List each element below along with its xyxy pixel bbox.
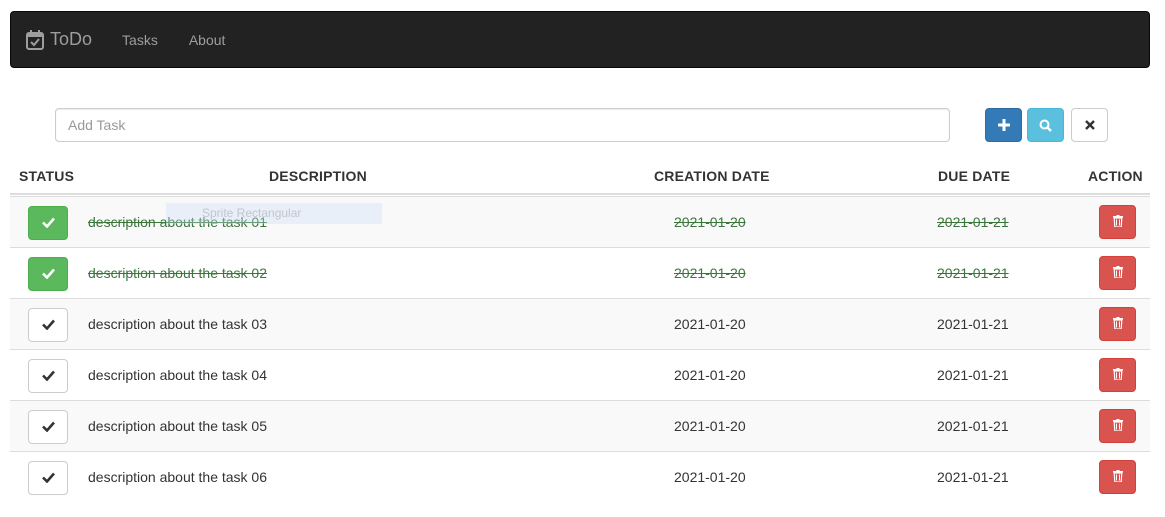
trash-icon <box>1112 469 1123 485</box>
close-icon <box>1084 120 1095 130</box>
task-description: description about the task 02 <box>88 265 268 281</box>
task-due-date: 2021-01-21 <box>937 367 1009 383</box>
add-task-button[interactable] <box>985 108 1022 142</box>
task-creation-date: 2021-01-20 <box>674 418 746 434</box>
nav-link-tasks[interactable]: Tasks <box>122 32 158 48</box>
task-due-date: 2021-01-21 <box>937 469 1009 485</box>
plus-icon <box>997 119 1010 131</box>
task-creation-date: 2021-01-20 <box>674 316 746 332</box>
header-due-date[interactable]: DUE DATE <box>938 168 1010 184</box>
trash-icon <box>1112 367 1123 383</box>
trash-icon <box>1112 418 1123 434</box>
check-icon <box>41 419 55 435</box>
check-icon <box>41 215 55 231</box>
table-row: description about the task 03 2021-01-20 2… <box>10 298 1150 349</box>
navbar: ToDo Tasks About <box>10 11 1150 68</box>
clear-button[interactable] <box>1071 108 1108 142</box>
search-icon <box>1039 119 1052 132</box>
task-creation-date: 2021-01-20 <box>674 469 746 485</box>
check-icon <box>41 266 55 282</box>
delete-task-button[interactable] <box>1099 205 1136 239</box>
check-icon <box>41 317 55 333</box>
task-creation-date: 2021-01-20 <box>674 214 746 230</box>
table-row: description about the task 05 2021-01-20 2… <box>10 400 1150 451</box>
toggle-done-button[interactable] <box>28 308 68 342</box>
task-creation-date: 2021-01-20 <box>674 367 746 383</box>
delete-task-button[interactable] <box>1099 460 1136 494</box>
delete-task-button[interactable] <box>1099 307 1136 341</box>
calendar-check-icon <box>26 29 44 50</box>
task-due-date: 2021-01-21 <box>937 214 1009 230</box>
nav-link-about[interactable]: About <box>189 32 226 48</box>
toggle-done-button[interactable] <box>28 206 68 240</box>
search-button[interactable] <box>1027 108 1064 142</box>
task-due-date: 2021-01-21 <box>937 265 1009 281</box>
table-row: description about the task 02 2021-01-20 2… <box>10 247 1150 298</box>
brand-title: ToDo <box>50 29 93 49</box>
toggle-done-button[interactable] <box>28 461 68 495</box>
header-status[interactable]: STATUS <box>19 168 74 184</box>
task-due-date: 2021-01-21 <box>937 316 1009 332</box>
check-icon <box>41 470 55 486</box>
toggle-done-button[interactable] <box>28 257 68 291</box>
table-row: description about the task 06 2021-01-20 2… <box>10 451 1150 502</box>
check-icon <box>41 368 55 384</box>
task-description: description about the task 05 <box>88 418 268 434</box>
task-description: description about the task 04 <box>88 367 268 383</box>
delete-task-button[interactable] <box>1099 358 1136 392</box>
add-task-input[interactable] <box>55 108 950 142</box>
table-header: STATUS DESCRIPTION CREATION DATE DUE DAT… <box>10 158 1150 195</box>
task-due-date: 2021-01-21 <box>937 418 1009 434</box>
task-description: description about the task 06 <box>88 469 268 485</box>
delete-task-button[interactable] <box>1099 256 1136 290</box>
trash-icon <box>1112 316 1123 332</box>
brand-link[interactable]: ToDo <box>26 29 92 50</box>
toggle-done-button[interactable] <box>28 359 68 393</box>
task-creation-date: 2021-01-20 <box>674 265 746 281</box>
task-description: description about the task 03 <box>88 316 268 332</box>
toggle-done-button[interactable] <box>28 410 68 444</box>
trash-icon <box>1112 214 1123 230</box>
header-action: ACTION <box>1088 168 1143 184</box>
delete-task-button[interactable] <box>1099 409 1136 443</box>
header-description[interactable]: DESCRIPTION <box>269 168 367 184</box>
trash-icon <box>1112 265 1123 281</box>
header-creation-date[interactable]: CREATION DATE <box>654 168 770 184</box>
table-row: description about the task 04 2021-01-20 2… <box>10 349 1150 400</box>
task-description: description about the task 01 <box>88 214 268 230</box>
table-row: description about the task 01 2021-01-20 2… <box>10 196 1150 247</box>
